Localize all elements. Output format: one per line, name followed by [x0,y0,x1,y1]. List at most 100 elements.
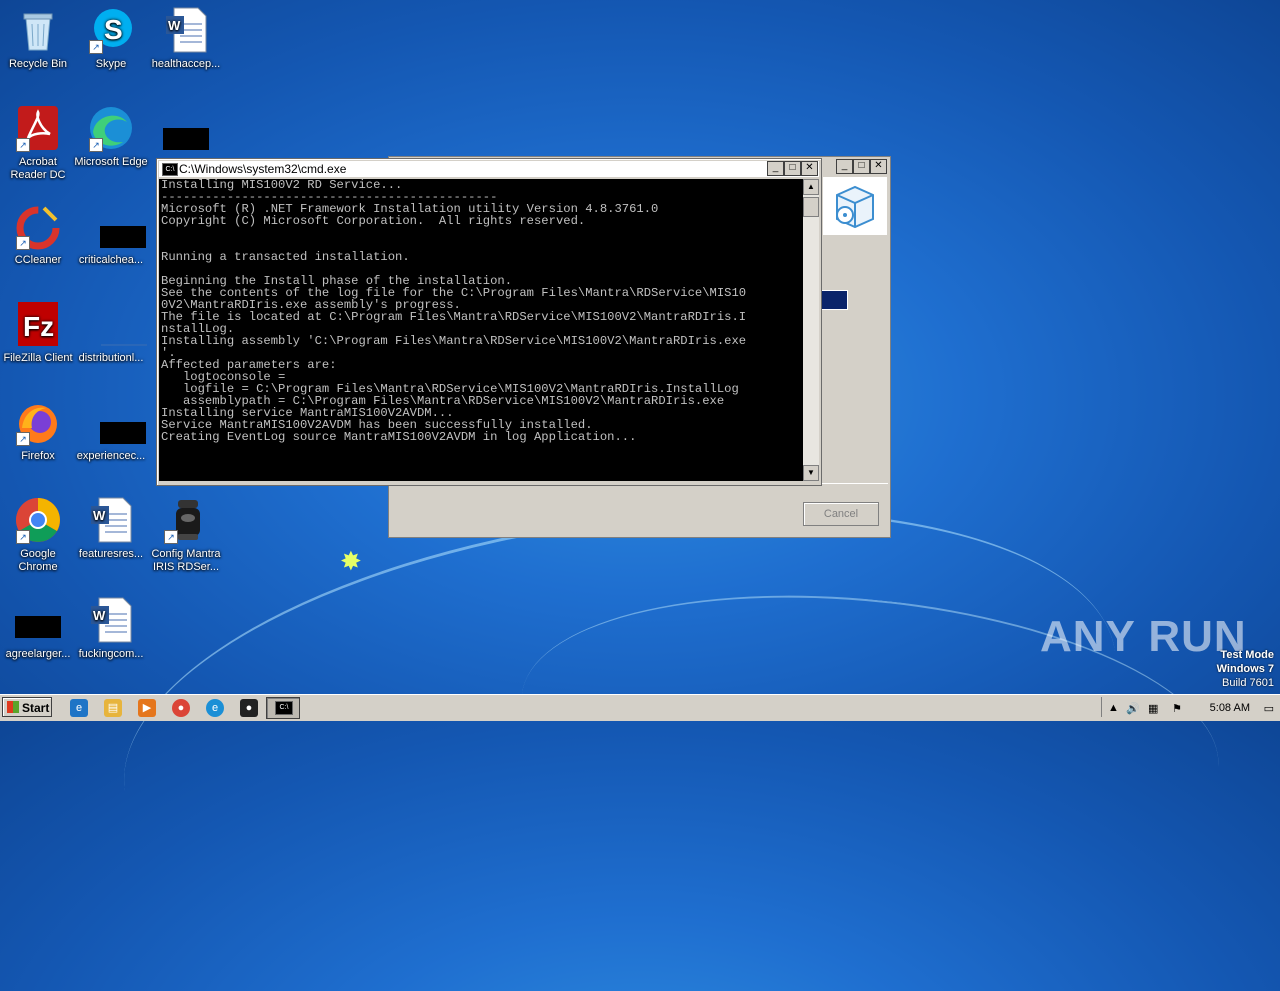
start-button[interactable]: Start [2,697,52,717]
desktop-icon-label: Firefox [21,450,55,462]
maximize-button[interactable]: □ [853,159,870,174]
blank-file-icon [87,300,147,348]
vertical-scrollbar[interactable]: ▲ ▼ [803,179,819,481]
network-icon[interactable]: ▦ [1148,702,1158,715]
installer-header [823,177,887,235]
svg-text:Fz: Fz [23,311,54,342]
minimize-button[interactable]: _ [767,161,784,176]
shortcut-arrow-icon: ↗ [16,138,30,152]
desktop-icon-label: Microsoft Edge [74,156,148,168]
iris-scanner-icon: ↗ [162,496,210,544]
system-tray: ▲ 🔊 ▦ ⚑ 5:08 AM ▭ [1101,697,1280,717]
show-hidden-icons-icon[interactable]: ▲ [1108,702,1119,714]
cmd-title-bar[interactable]: C:\ C:\Windows\system32\cmd.exe [159,161,819,177]
progress-bar [821,290,848,310]
shortcut-arrow-icon: ↗ [16,530,30,544]
scroll-thumb[interactable] [803,197,819,217]
test-mode-line: Test Mode [1220,649,1274,661]
shortcut-arrow-icon: ↗ [16,236,30,250]
cmd-window[interactable]: C:\ C:\Windows\system32\cmd.exe _ □ ✕ In… [156,158,822,486]
shortcut-arrow-icon: ↗ [164,530,178,544]
desktop-icon-criticalchea[interactable]: criticalchea... [73,202,149,267]
desktop-icon-label: featuresres... [78,548,144,560]
wallpaper-flare: ✸ [340,546,362,576]
svg-text:W: W [93,508,106,523]
desktop-icon-label: distributionl... [78,352,144,364]
desktop-icon-label: criticalchea... [78,254,144,266]
desktop-icon-firefox[interactable]: ↗ Firefox [0,398,76,463]
recycle-bin-icon [14,6,62,54]
scroll-down-icon[interactable]: ▼ [803,465,819,481]
desktop-icon-edge[interactable]: ↗ Microsoft Edge [73,104,149,169]
desktop-icon-label: FileZilla Client [3,352,73,364]
edge-taskbar-icon[interactable]: e [206,699,224,717]
desktop-icon-skype[interactable]: S ↗ Skype [73,6,149,71]
close-button[interactable]: ✕ [801,161,818,176]
ie-icon[interactable]: e [70,699,88,717]
show-desktop-icon[interactable]: ▭ [1264,702,1274,715]
redacted-file-icon [14,596,62,644]
desktop-icon-label: experiencec... [76,450,146,462]
desktop-icon-distributionl[interactable]: distributionl... [73,300,149,365]
volume-icon[interactable]: 🔊 [1126,702,1140,715]
start-label: Start [22,701,50,715]
word-document-icon: W [87,596,135,644]
desktop-icon-label: agreelarger... [5,648,71,660]
svg-text:W: W [93,608,106,623]
acrobat-icon: ↗ [14,104,62,152]
desktop-icon-label: fuckingcom... [78,648,144,660]
minimize-button[interactable]: _ [836,159,853,174]
taskbar: Start e ▤ ▶ ● e ● C:\ ▲ 🔊 ▦ ⚑ 5:08 AM ▭ [0,694,1280,721]
cmd-title: C:\Windows\system32\cmd.exe [179,162,347,176]
windows-version-line: Windows 7 [1216,663,1274,675]
desktop-icon-label: Recycle Bin [8,58,68,70]
test-mode-notice: Test Mode Windows 7 Build 7601 [1217,648,1274,690]
action-center-flag-icon[interactable]: ⚑ [1172,702,1182,715]
desktop-icon-fuckingcom[interactable]: W fuckingcom... [73,596,149,661]
desktop-icon-config-mantra[interactable]: ↗ Config Mantra IRIS RDSer... [148,496,224,574]
desktop-icon-filezilla[interactable]: Fz FileZilla Client [0,300,76,365]
iris-taskbar-icon[interactable]: ● [240,699,258,717]
desktop-icon-ccleaner[interactable]: ↗ CCleaner [0,202,76,267]
desktop-icon-featuresres[interactable]: W featuresres... [73,496,149,561]
build-line: Build 7601 [1222,677,1274,689]
desktop-icon-healthaccep[interactable]: W healthaccep... [148,6,224,71]
desktop-icon-label: Config Mantra IRIS RDSer... [151,548,221,573]
shortcut-arrow-icon: ↗ [89,138,103,152]
console-output[interactable]: Installing MIS100V2 RD Service... ------… [159,179,803,481]
desktop-icon-recycle-bin[interactable]: Recycle Bin [0,6,76,71]
svg-text:S: S [104,14,123,45]
shortcut-arrow-icon: ↗ [16,432,30,446]
chrome-taskbar-icon[interactable]: ● [172,699,190,717]
word-document-icon: W [162,6,210,54]
filezilla-icon: Fz [14,300,62,348]
cmd-taskbar-button[interactable]: C:\ [266,697,300,719]
desktop-icon-chrome[interactable]: ↗ Google Chrome [0,496,76,574]
redacted-desktop-icon[interactable] [163,128,209,150]
maximize-button[interactable]: □ [784,161,801,176]
cmd-icon: C:\ [162,163,178,176]
explorer-icon[interactable]: ▤ [104,699,122,717]
cmd-taskbar-icon: C:\ [275,701,293,715]
firefox-icon: ↗ [14,398,62,446]
chrome-icon: ↗ [14,496,62,544]
shortcut-arrow-icon: ↗ [89,40,103,54]
redacted-file-icon [87,398,146,446]
desktop-icon-label: healthaccep... [151,58,221,70]
desktop-icon-label: Google Chrome [18,548,58,573]
windows-logo-icon [7,701,19,713]
media-player-icon[interactable]: ▶ [138,699,156,717]
skype-icon: S ↗ [87,6,135,54]
redacted-file-icon [87,202,146,250]
svg-text:W: W [168,18,181,33]
edge-icon: ↗ [87,104,135,152]
scroll-up-icon[interactable]: ▲ [803,179,819,195]
word-document-icon: W [87,496,135,544]
desktop-icon-experiencec[interactable]: experiencec... [73,398,149,463]
desktop-icon-acrobat[interactable]: ↗ Acrobat Reader DC [0,104,76,182]
clock[interactable]: 5:08 AM [1210,702,1250,714]
desktop-icon-agreelarger[interactable]: agreelarger... [0,596,76,661]
desktop-icon-label: CCleaner [14,254,62,266]
cancel-button[interactable]: Cancel [803,502,879,526]
close-button[interactable]: ✕ [870,159,887,174]
